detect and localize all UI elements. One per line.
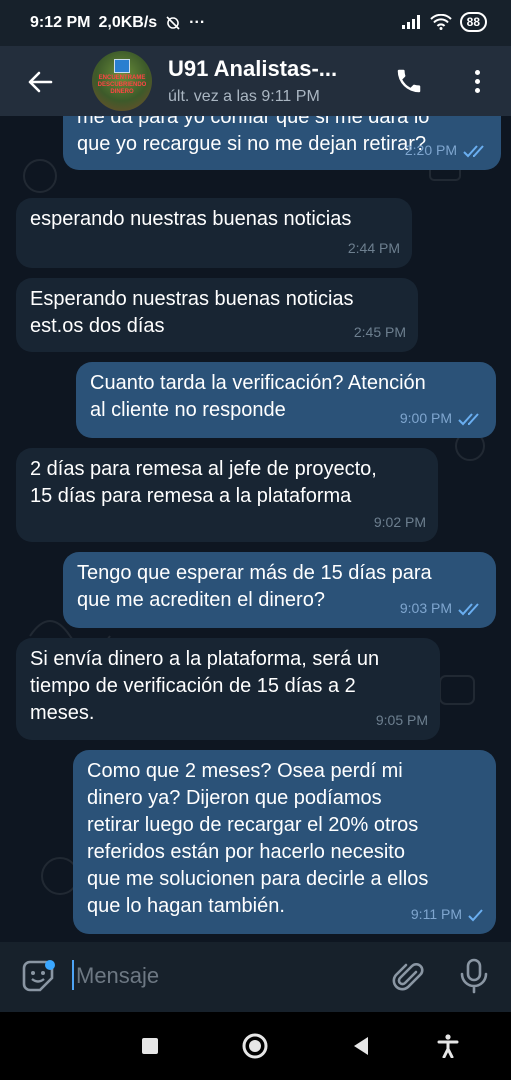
message-bubble-incoming[interactable]: 2 días para remesa al jefe de proyecto, … <box>16 448 438 542</box>
back-button[interactable] <box>20 62 60 102</box>
message-bubble-incoming[interactable]: Si envía dinero a la plataforma, será un… <box>16 638 440 740</box>
message-time: 2:44 PM <box>347 240 400 256</box>
network-speed: 2,0KB/s <box>98 14 158 31</box>
avatar-text: ENCUENTRAME DESCUBRIENDO DINERO <box>97 75 147 95</box>
paperclip-icon <box>392 963 424 991</box>
message-time: 9:11 PM <box>410 906 462 922</box>
message-input[interactable] <box>76 958 376 994</box>
message-time: 2:45 PM <box>353 324 406 340</box>
nav-back-button[interactable] <box>350 1032 372 1060</box>
signal-icon <box>401 15 420 29</box>
message-bubble-incoming[interactable]: Esperando nuestras buenas noticias est.o… <box>16 278 418 352</box>
message-list[interactable]: me da para yo confiar que si me dará lo … <box>0 116 511 942</box>
message-bubble-outgoing[interactable]: Como que 2 meses? Osea perdí mi dinero y… <box>73 750 496 934</box>
message-text: 2 días para remesa al jefe de proyecto, … <box>30 458 377 507</box>
more-notifications: ··· <box>189 14 206 31</box>
chat-header: ENCUENTRAME DESCUBRIENDO DINERO U91 Anal… <box>0 46 511 116</box>
message-time: 9:05 PM <box>375 712 428 728</box>
message-time: 2:20 PM <box>404 142 457 158</box>
message-bubble-outgoing[interactable]: Cuanto tarda la verificación? Atención a… <box>76 362 496 438</box>
more-menu-button[interactable] <box>466 66 488 96</box>
more-vertical-icon <box>474 69 480 75</box>
system-nav-bar <box>0 1012 511 1080</box>
attach-button[interactable] <box>392 960 426 994</box>
circle-icon <box>242 1033 268 1059</box>
alarm-off-icon <box>166 16 180 30</box>
message-time: 9:00 PM <box>399 410 452 426</box>
nav-accessibility-button[interactable] <box>436 1032 460 1060</box>
message-bubble-outgoing[interactable]: Tengo que esperar más de 15 días para qu… <box>63 552 496 628</box>
avatar-logo <box>114 59 130 73</box>
phone-icon <box>397 69 421 93</box>
call-button[interactable] <box>394 66 424 96</box>
accessibility-icon <box>437 1034 459 1058</box>
microphone-icon <box>460 958 488 994</box>
message-composer <box>0 942 511 1012</box>
back-arrow-icon <box>28 71 53 93</box>
last-seen: últ. vez a las 9:11 PM <box>168 88 320 105</box>
text-cursor <box>72 960 74 990</box>
triangle-back-icon <box>354 1037 368 1055</box>
square-icon <box>142 1038 158 1054</box>
double-check-icon <box>463 144 484 157</box>
message-text: Como que 2 meses? Osea perdí mi dinero y… <box>87 760 429 917</box>
message-time: 9:03 PM <box>399 600 452 616</box>
avatar[interactable]: ENCUENTRAME DESCUBRIENDO DINERO <box>92 51 152 111</box>
new-stickers-badge <box>45 960 55 970</box>
message-text: Si envía dinero a la plataforma, será un… <box>30 648 380 724</box>
voice-record-button[interactable] <box>458 958 490 994</box>
message-time: 9:02 PM <box>373 514 426 530</box>
double-check-icon <box>458 412 479 425</box>
nav-home-button[interactable] <box>240 1032 270 1060</box>
message-bubble-outgoing[interactable]: me da para yo confiar que si me dará lo … <box>63 116 501 170</box>
message-text: esperando nuestras buenas noticias <box>30 208 352 230</box>
chat-title[interactable]: U91 Analistas-... <box>168 56 337 82</box>
battery-level: 88 <box>459 12 487 32</box>
wifi-icon <box>429 14 452 30</box>
nav-recent-button[interactable] <box>140 1032 160 1060</box>
message-text: Esperando nuestras buenas noticias est.o… <box>30 288 354 337</box>
status-time: 9:12 PM <box>30 14 91 31</box>
message-bubble-incoming[interactable]: esperando nuestras buenas noticias 2:44 … <box>16 198 412 268</box>
status-bar: 9:12 PM 2,0KB/s ··· 88 <box>0 0 511 46</box>
double-check-icon <box>458 602 479 615</box>
single-check-icon <box>468 908 483 921</box>
